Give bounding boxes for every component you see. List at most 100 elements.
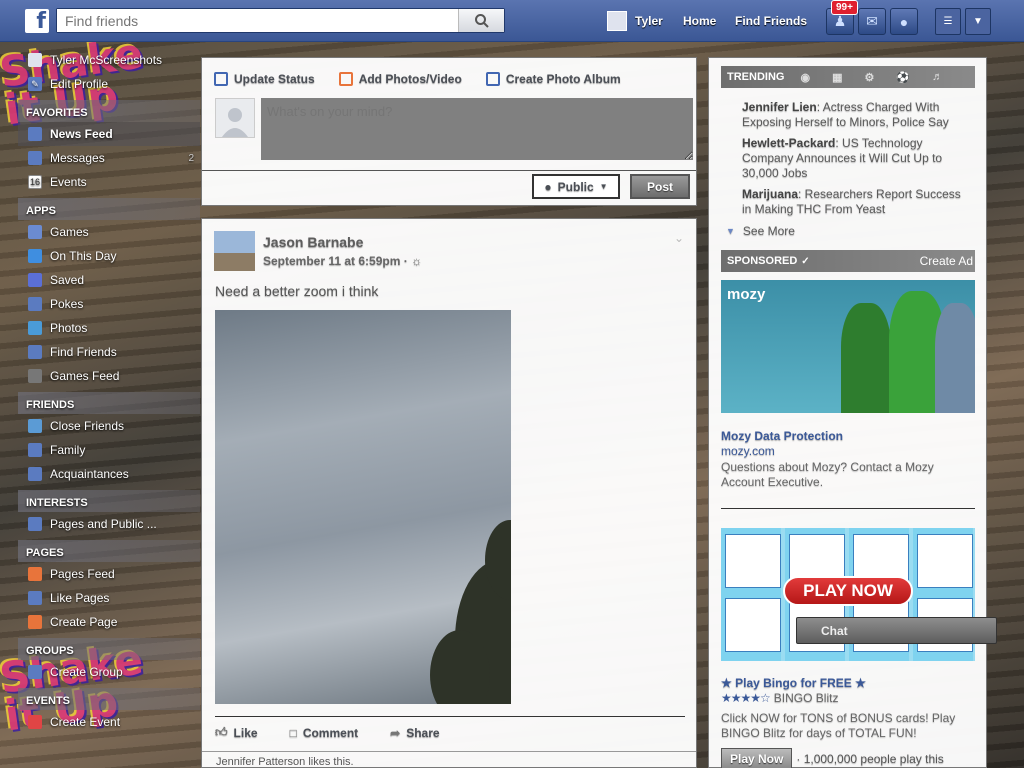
sidebar-profile-link[interactable]: Tyler McScreenshots: [18, 48, 200, 72]
sidebar-section-heading[interactable]: APPS: [18, 198, 200, 220]
sidebar-section-heading[interactable]: GROUPS: [18, 638, 200, 660]
story-photo[interactable]: [215, 310, 511, 704]
photos-icon: [28, 321, 42, 335]
acquaintances-icon: [28, 467, 42, 481]
top-bar: f Tyler Home Find Friends ♟ ✉ ● 99+ ☰ ▼: [0, 0, 1024, 42]
tab-add-photos[interactable]: Add Photos/Video: [338, 68, 462, 90]
trending-filters: ◉ ▦ ⚙ ⚽ ♬: [800, 71, 943, 84]
tab-create-album[interactable]: Create Photo Album: [485, 68, 621, 90]
search-button[interactable]: [458, 9, 504, 32]
sidebar-item-pages-and-public[interactable]: Pages and Public ...: [18, 512, 200, 536]
trending-science-icon[interactable]: ⚙: [864, 71, 874, 84]
close-friends-icon: [28, 419, 42, 433]
ad-choices-icon[interactable]: ✓: [801, 256, 809, 267]
pokes-icon: [28, 297, 42, 311]
sidebar-item-news-feed[interactable]: News Feed: [18, 122, 200, 146]
trending-politics-icon[interactable]: ▦: [832, 71, 842, 84]
trending-sports-icon[interactable]: ⚽: [896, 71, 910, 84]
sidebar-item-games[interactable]: Games: [18, 220, 200, 244]
sidebar-item-messages[interactable]: Messages 2: [18, 146, 200, 170]
create-page-icon: [28, 615, 42, 629]
sidebar-item-photos[interactable]: Photos: [18, 316, 200, 340]
messages-icon[interactable]: ✉: [858, 8, 886, 35]
trending-list: Jennifer Lien: Actress Charged With Expo…: [742, 100, 972, 223]
status-input[interactable]: [261, 98, 693, 160]
create-ad-link[interactable]: Create Ad: [920, 254, 975, 268]
rating-stars-icon: ★★★★☆: [721, 691, 771, 705]
like-button[interactable]: 👍︎ Like: [215, 725, 258, 740]
sidebar-item-label: Close Friends: [50, 419, 125, 433]
sidebar-item-family[interactable]: Family: [18, 438, 200, 462]
sidebar-section-heading[interactable]: INTERESTS: [18, 490, 200, 512]
story-social-line[interactable]: Jennifer Patterson likes this.: [202, 751, 696, 768]
home-link[interactable]: Home: [683, 14, 716, 28]
chevron-down-icon[interactable]: ⌄: [674, 231, 684, 245]
ad-title[interactable]: ★ Play Bingo for FREE ★: [721, 676, 866, 690]
sidebar-item-events[interactable]: 16 Events: [18, 170, 200, 194]
ad-url[interactable]: mozy.com: [721, 444, 775, 458]
notifications-globe-icon[interactable]: ●: [890, 8, 918, 35]
story-timestamp[interactable]: September 11 at 6:59pm · ☼: [263, 254, 422, 268]
privacy-shortcuts-icon[interactable]: ☰: [935, 8, 961, 35]
bingo-card: [725, 598, 781, 652]
play-now-banner: PLAY NOW: [783, 576, 913, 606]
ad2-social: · 1,000,000 people play this: [796, 752, 944, 766]
trending-entertainment-icon[interactable]: ♬: [932, 71, 943, 84]
chat-tab[interactable]: Chat: [796, 617, 997, 644]
sidebar-item-create-group[interactable]: Create Group: [18, 660, 200, 684]
sidebar-item-games-feed[interactable]: Games Feed: [18, 364, 200, 388]
trending-top-icon[interactable]: ◉: [800, 71, 810, 84]
find-friends-link[interactable]: Find Friends: [735, 14, 807, 28]
bingo-card: [725, 534, 781, 588]
trending-item[interactable]: Marijuana: Researchers Report Success in…: [742, 187, 972, 217]
see-more-label: See More: [742, 224, 795, 238]
trending-item[interactable]: Jennifer Lien: Actress Charged With Expo…: [742, 100, 972, 130]
sidebar-item-label: Pages Feed: [50, 567, 115, 581]
search-input[interactable]: [57, 9, 458, 32]
sidebar-item-create-event[interactable]: Create Event: [18, 710, 200, 734]
chevron-down-icon[interactable]: ▼: [965, 8, 991, 35]
sidebar-section-heading[interactable]: FAVORITES: [18, 100, 200, 122]
play-now-button[interactable]: Play Now: [721, 748, 793, 768]
app-rating: ★★★★☆ BINGO Blitz: [721, 691, 838, 705]
trending-item[interactable]: Hewlett-Packard: US Technology Company A…: [742, 136, 972, 181]
messages-icon: [28, 151, 42, 165]
sidebar-item-acquaintances[interactable]: Acquaintances: [18, 462, 200, 486]
privacy-selector[interactable]: ● Public ▼: [532, 174, 620, 199]
mozy-ad-image[interactable]: mozy: [721, 280, 975, 413]
ad-title[interactable]: Mozy Data Protection: [721, 429, 843, 443]
avatar[interactable]: [214, 231, 255, 271]
family-icon: [28, 443, 42, 457]
sidebar-item-saved[interactable]: Saved: [18, 268, 200, 292]
post-button[interactable]: Post: [630, 174, 690, 199]
sidebar-item-pokes[interactable]: Pokes: [18, 292, 200, 316]
chevron-down-icon: ▼: [726, 226, 735, 236]
share-button[interactable]: ➦ Share: [390, 725, 439, 740]
notification-badge: 99+: [831, 0, 858, 15]
facebook-logo-icon[interactable]: f: [25, 9, 49, 33]
sidebar-item-on-this-day[interactable]: On This Day: [18, 244, 200, 268]
sidebar-item-like-pages[interactable]: Like Pages: [18, 586, 200, 610]
create-event-icon: [28, 715, 42, 729]
comment-button[interactable]: □ Comment: [290, 725, 359, 740]
see-more-link[interactable]: ▼ See More: [726, 224, 795, 238]
story-author[interactable]: Jason Barnabe: [263, 234, 363, 250]
sidebar-item-create-page[interactable]: Create Page: [18, 610, 200, 634]
sidebar-edit-profile[interactable]: ✎ Edit Profile: [18, 72, 200, 96]
tab-create-album-label: Create Photo Album: [505, 72, 621, 86]
right-column: TRENDING ◉ ▦ ⚙ ⚽ ♬ Jennifer Lien: Actres…: [708, 57, 987, 768]
sidebar-section-heading[interactable]: EVENTS: [18, 688, 200, 710]
trending-header: TRENDING ◉ ▦ ⚙ ⚽ ♬: [721, 66, 975, 88]
sidebar-item-label: Like Pages: [50, 591, 110, 605]
tab-update-status[interactable]: Update Status: [214, 68, 315, 90]
privacy-label: Public: [557, 179, 594, 194]
sidebar-section-heading[interactable]: FRIENDS: [18, 392, 200, 414]
ad2-title-text: Play Bingo for FREE: [735, 676, 852, 690]
sidebar-section-heading[interactable]: PAGES: [18, 540, 200, 562]
photo-icon: [338, 72, 353, 86]
news-feed-icon: [28, 127, 42, 141]
sidebar-item-find-friends[interactable]: Find Friends: [18, 340, 200, 364]
sidebar-item-close-friends[interactable]: Close Friends: [18, 414, 200, 438]
profile-link[interactable]: Tyler: [607, 11, 663, 31]
sidebar-item-pages-feed[interactable]: Pages Feed: [18, 562, 200, 586]
